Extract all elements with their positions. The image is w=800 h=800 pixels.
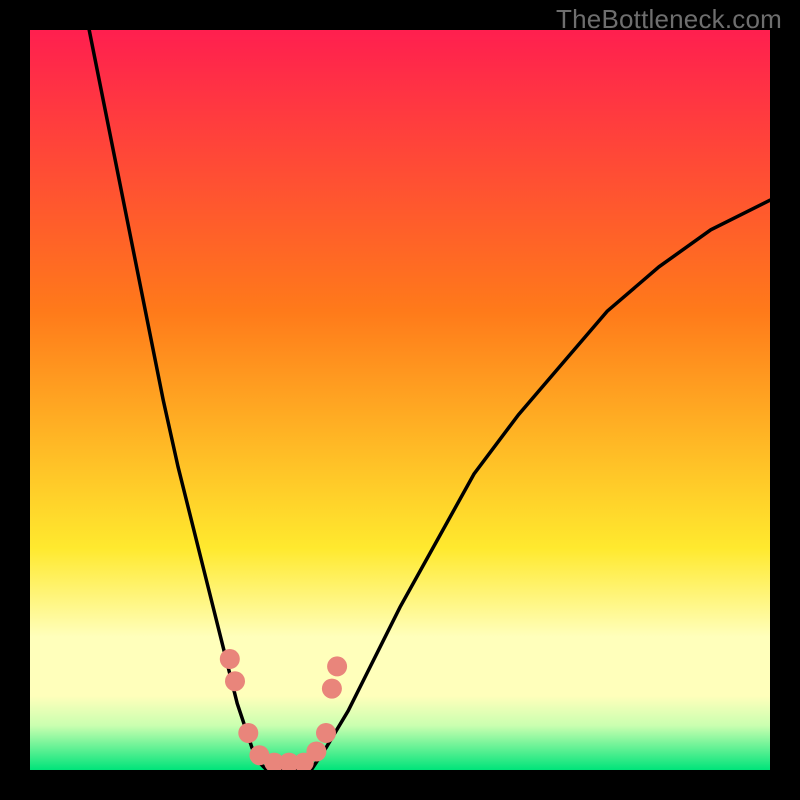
- data-marker: [220, 649, 240, 669]
- chart-background: [30, 30, 770, 770]
- data-marker: [238, 723, 258, 743]
- data-marker: [225, 671, 245, 691]
- bottleneck-chart: [30, 30, 770, 770]
- watermark-text: TheBottleneck.com: [556, 4, 782, 35]
- data-marker: [316, 723, 336, 743]
- data-marker: [327, 656, 347, 676]
- data-marker: [322, 679, 342, 699]
- chart-frame: TheBottleneck.com: [0, 0, 800, 800]
- data-marker: [306, 742, 326, 762]
